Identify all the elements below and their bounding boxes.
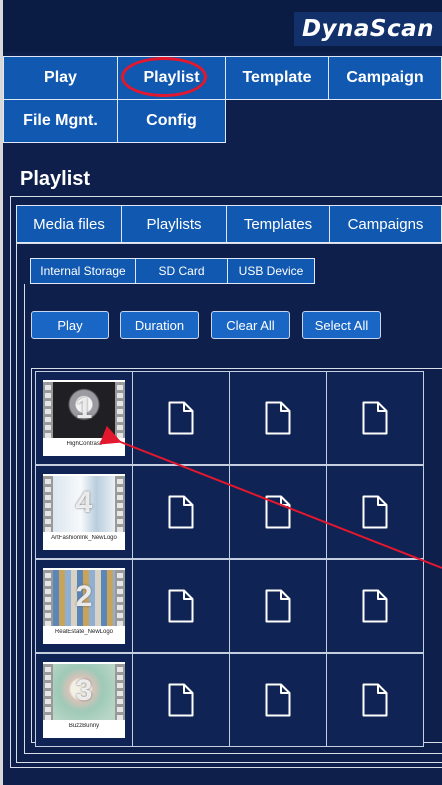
document-icon: [265, 589, 291, 623]
nav-file-management[interactable]: File Mgnt.: [3, 99, 118, 143]
tab-usb-device[interactable]: USB Device: [227, 258, 315, 284]
tab-templates[interactable]: Templates: [226, 205, 330, 243]
nav-config[interactable]: Config: [117, 99, 226, 143]
play-button[interactable]: Play: [31, 311, 109, 339]
playlist-order-number: 3: [75, 674, 93, 707]
playlist-slot-empty[interactable]: [326, 465, 424, 559]
playlist-slot-empty[interactable]: [229, 465, 327, 559]
playlist-slot-empty[interactable]: [132, 465, 230, 559]
playlist-slot-empty[interactable]: [132, 559, 230, 653]
playlist-slot-filled[interactable]: 4 ArtFashionInk_NewLogo: [35, 465, 133, 559]
media-filename: RealEstate_NewLogo: [54, 629, 114, 635]
playlist-grid: 1 HighContrast 4 ArtFashionInk_NewLogo 2…: [31, 368, 442, 747]
playlist-slot-empty[interactable]: [229, 653, 327, 747]
document-icon: [265, 401, 291, 435]
nav-campaign[interactable]: Campaign: [328, 56, 442, 100]
playlist-slot-empty[interactable]: [229, 559, 327, 653]
playlist-slot-empty[interactable]: [326, 653, 424, 747]
brand-logo-text: DynaScan: [301, 16, 435, 42]
playlist-slot-filled[interactable]: 1 HighContrast: [35, 371, 133, 465]
tab-sd-card[interactable]: SD Card: [135, 258, 228, 284]
document-icon: [362, 401, 388, 435]
playlist-order-number: 4: [75, 486, 93, 519]
duration-button[interactable]: Duration: [120, 311, 199, 339]
tab-playlists[interactable]: Playlists: [121, 205, 227, 243]
tab-media-files[interactable]: Media files: [16, 205, 122, 243]
playlist-slot-empty[interactable]: [326, 559, 424, 653]
document-icon: [168, 683, 194, 717]
document-icon: [265, 683, 291, 717]
playlist-slot-filled[interactable]: 3 BuzzBunny: [35, 653, 133, 747]
playlist-slot-filled[interactable]: 2 RealEstate_NewLogo: [35, 559, 133, 653]
playlist-order-number: 2: [75, 580, 93, 613]
media-thumbnail: 3 BuzzBunny: [43, 662, 125, 738]
nav-playlist[interactable]: Playlist: [117, 56, 226, 100]
header-bar: DynaScan: [3, 0, 442, 52]
playlist-slot-empty[interactable]: [229, 371, 327, 465]
document-icon: [168, 495, 194, 529]
playlist-order-number: 1: [75, 392, 93, 425]
tab-campaigns[interactable]: Campaigns: [329, 205, 442, 243]
document-icon: [168, 589, 194, 623]
playlist-slot-empty[interactable]: [132, 653, 230, 747]
media-filename: BuzzBunny: [68, 723, 100, 729]
document-icon: [265, 495, 291, 529]
clear-all-button[interactable]: Clear All: [211, 311, 290, 339]
nav-play[interactable]: Play: [3, 56, 118, 100]
document-icon: [168, 401, 194, 435]
document-icon: [362, 683, 388, 717]
select-all-button[interactable]: Select All: [302, 311, 381, 339]
document-icon: [362, 589, 388, 623]
document-icon: [362, 495, 388, 529]
media-filename: HighContrast: [66, 441, 102, 447]
media-filename: ArtFashionInk_NewLogo: [51, 535, 117, 541]
media-thumbnail: 1 HighContrast: [43, 380, 125, 456]
page-title: Playlist: [20, 168, 91, 190]
playlist-slot-empty[interactable]: [326, 371, 424, 465]
playlist-slot-empty[interactable]: [132, 371, 230, 465]
tab-internal-storage[interactable]: Internal Storage: [30, 258, 136, 284]
brand-logo: DynaScan: [294, 12, 442, 46]
nav-template[interactable]: Template: [225, 56, 329, 100]
media-thumbnail: 2 RealEstate_NewLogo: [43, 568, 125, 644]
media-thumbnail: 4 ArtFashionInk_NewLogo: [43, 474, 125, 550]
